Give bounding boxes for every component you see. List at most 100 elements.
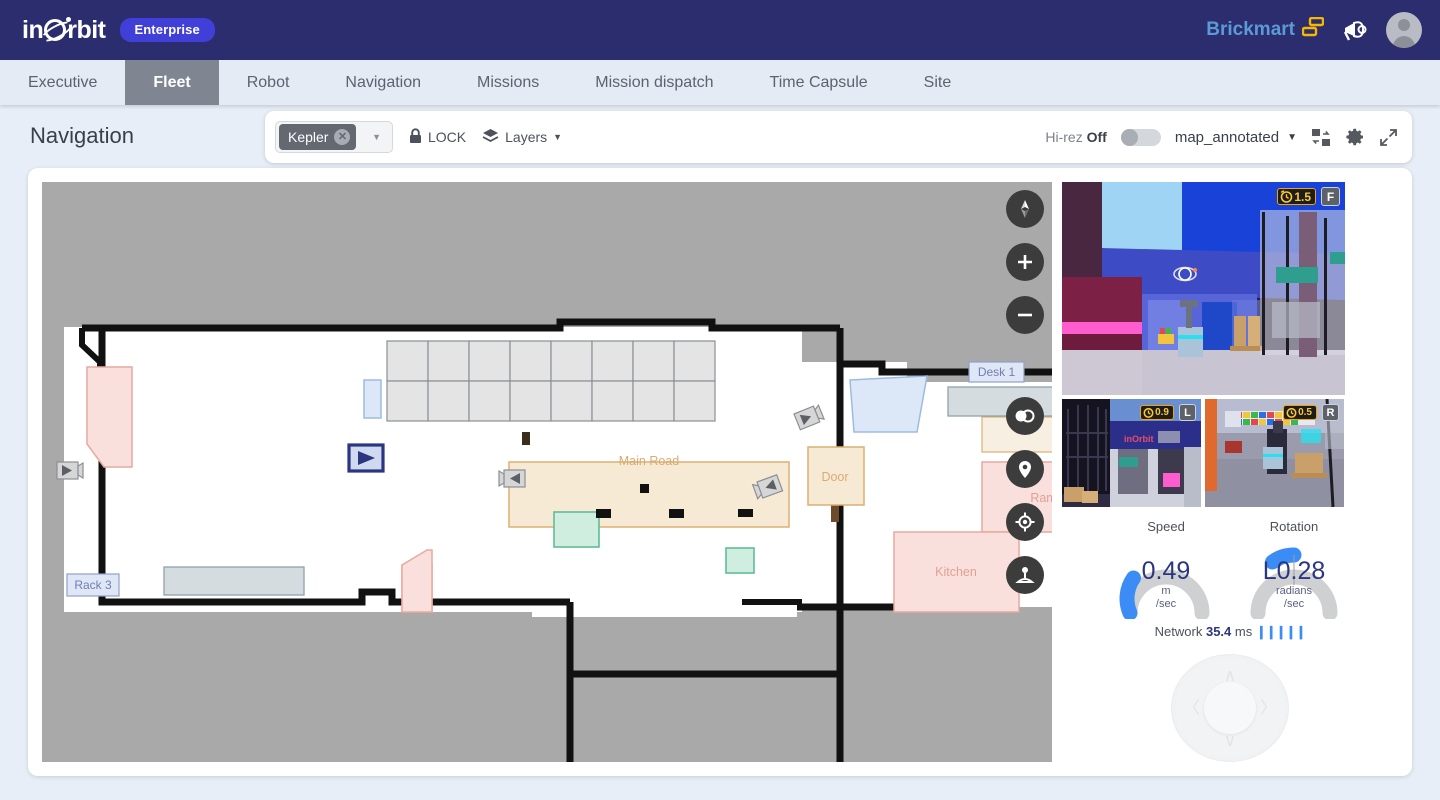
orbit-icon bbox=[44, 17, 72, 41]
map-layer-select[interactable]: map_annotated ▼ bbox=[1175, 129, 1297, 146]
robot-chip-kepler[interactable]: Kepler ✕ bbox=[279, 124, 357, 150]
center-target-icon[interactable] bbox=[1006, 503, 1044, 541]
page-header: Navigation Kepler ✕ ▼ LOCK Layers ▼ Hi-r… bbox=[0, 105, 1440, 167]
map-layer-label: map_annotated bbox=[1174, 128, 1280, 146]
rotation-unit-top: radians bbox=[1275, 585, 1313, 598]
close-icon[interactable]: ✕ bbox=[334, 129, 351, 145]
megaphone-icon[interactable] bbox=[1342, 19, 1368, 41]
expand-icon[interactable] bbox=[1379, 128, 1398, 147]
network-value: 35.4 bbox=[1205, 624, 1232, 639]
joystick-left-icon[interactable]: 〈 bbox=[1183, 700, 1200, 717]
map-floorplan: Main Road Desk 1 Rack 3 Door Ram Kitchen bbox=[42, 182, 1052, 762]
map-label-rack3: Rack 3 bbox=[66, 573, 120, 597]
latency-value: 1.5 bbox=[1294, 189, 1311, 204]
network-label: Network bbox=[1154, 624, 1203, 639]
main-nav-tabs: Executive Fleet Robot Navigation Mission… bbox=[0, 60, 1440, 105]
tab-mission-dispatch[interactable]: Mission dispatch bbox=[567, 60, 741, 105]
joystick-mode-icon[interactable] bbox=[1006, 556, 1044, 594]
speed-value: 0.49 bbox=[1141, 557, 1191, 586]
map-toolbar: Kepler ✕ ▼ LOCK Layers ▼ Hi-rez Off map_… bbox=[265, 111, 1412, 163]
layers-label: Layers bbox=[505, 129, 548, 145]
customer-brand: Brickmart bbox=[1206, 16, 1325, 43]
network-status: Network 35.4 ms ❙❙❙❙❙ bbox=[1062, 624, 1398, 640]
lock-button[interactable]: LOCK bbox=[409, 127, 467, 147]
joystick-control[interactable]: ∧ ∨ 〈 〉 bbox=[1171, 654, 1289, 762]
customer-brand-label: Brickmart bbox=[1206, 19, 1295, 40]
svg-text:inOrbit: inOrbit bbox=[1124, 434, 1154, 444]
joystick-down-icon[interactable]: ∨ bbox=[1224, 732, 1236, 749]
avatar[interactable] bbox=[1386, 12, 1422, 48]
speed-unit-bottom: /sec bbox=[1155, 598, 1177, 610]
clock-icon bbox=[1286, 407, 1297, 418]
joystick-right-icon[interactable]: 〉 bbox=[1260, 700, 1277, 717]
brickmart-logo-icon bbox=[1301, 16, 1325, 43]
network-unit: ms bbox=[1234, 624, 1253, 639]
brand-logo-group: in rbit Enterprise bbox=[22, 16, 215, 45]
camera-front-image bbox=[1062, 182, 1345, 395]
camera-front-badges: 1.5 F bbox=[1277, 187, 1340, 206]
chevron-down-icon: ▼ bbox=[1287, 131, 1297, 143]
rotation-gauge: Rotation L0.28 radians /sec bbox=[1246, 519, 1342, 621]
rotation-gauge-label: Rotation bbox=[1269, 519, 1319, 534]
rotation-unit-bottom: /sec bbox=[1283, 598, 1305, 610]
tab-site[interactable]: Site bbox=[896, 60, 980, 105]
chevron-down-icon[interactable]: ▼ bbox=[360, 132, 390, 142]
logo-text-post: rbit bbox=[67, 15, 106, 44]
robot-telemetry-panel: 1.5 F inOrbit 0.9 L 0.5 R Speed 0.49 m /… bbox=[1052, 182, 1398, 762]
top-bar-right-group: Brickmart bbox=[1206, 12, 1422, 48]
hirez-toggle[interactable] bbox=[1120, 128, 1161, 146]
camera-position-badge[interactable]: L bbox=[1179, 404, 1196, 421]
toolbar-right-group: Hi-rez Off map_annotated ▼ bbox=[1045, 127, 1398, 147]
page-title: Navigation bbox=[30, 123, 134, 148]
lock-label: LOCK bbox=[428, 129, 467, 145]
logo-text-pre: in bbox=[22, 15, 44, 44]
zoom-in-icon[interactable] bbox=[1006, 243, 1044, 281]
tab-time-capsule[interactable]: Time Capsule bbox=[742, 60, 896, 105]
tab-navigation[interactable]: Navigation bbox=[317, 60, 449, 105]
camera-position-badge[interactable]: F bbox=[1321, 187, 1340, 206]
layers-icon bbox=[482, 128, 499, 147]
map-canvas[interactable]: Main Road Desk 1 Rack 3 Door Ram Kitchen bbox=[42, 182, 1052, 762]
hirez-status: Hi-rez Off bbox=[1045, 129, 1106, 145]
link-robot-icon[interactable] bbox=[1006, 397, 1044, 435]
clock-icon bbox=[1280, 190, 1293, 203]
camera-feed-left[interactable]: inOrbit 0.9 L bbox=[1062, 399, 1201, 507]
tab-missions[interactable]: Missions bbox=[449, 60, 567, 105]
lock-icon bbox=[409, 127, 422, 147]
signal-bars-icon: ❙❙❙❙❙ bbox=[1255, 624, 1306, 639]
telemetry-gauges: Speed 0.49 m /sec Rotation L0.28 radians… bbox=[1062, 519, 1398, 621]
robot-chip-label: Kepler bbox=[288, 129, 329, 145]
hirez-state: Off bbox=[1086, 129, 1107, 145]
latency-badge: 1.5 bbox=[1277, 188, 1316, 205]
latency-badge: 0.5 bbox=[1283, 405, 1317, 420]
robot-selector[interactable]: Kepler ✕ ▼ bbox=[275, 121, 393, 153]
camera-left-badges: 0.9 L bbox=[1140, 404, 1196, 421]
clock-icon bbox=[1143, 407, 1154, 418]
transfer-icon[interactable] bbox=[1311, 128, 1331, 147]
edition-badge: Enterprise bbox=[119, 18, 215, 42]
rotation-value: L0.28 bbox=[1262, 557, 1326, 586]
layers-button[interactable]: Layers ▼ bbox=[482, 128, 562, 147]
inorbit-logo: in rbit bbox=[22, 16, 106, 45]
hirez-label: Hi-rez bbox=[1045, 129, 1083, 145]
tab-robot[interactable]: Robot bbox=[219, 60, 318, 105]
pin-icon[interactable] bbox=[1006, 450, 1044, 488]
map-label-kitchen: Kitchen bbox=[935, 565, 977, 579]
camera-feed-front[interactable]: 1.5 F bbox=[1062, 182, 1345, 395]
svg-text:Rack 3: Rack 3 bbox=[74, 578, 112, 592]
gear-icon[interactable] bbox=[1345, 127, 1365, 147]
zoom-out-icon[interactable] bbox=[1006, 296, 1044, 334]
camera-right-badges: 0.5 R bbox=[1283, 404, 1339, 421]
latency-value: 0.5 bbox=[1298, 406, 1312, 418]
speed-unit-top: m bbox=[1161, 585, 1171, 598]
joystick-knob[interactable] bbox=[1204, 682, 1256, 734]
latency-badge: 0.9 bbox=[1140, 405, 1174, 420]
speed-gauge-label: Speed bbox=[1147, 519, 1185, 534]
tab-executive[interactable]: Executive bbox=[0, 60, 125, 105]
camera-feed-right[interactable]: 0.5 R bbox=[1205, 399, 1344, 507]
navigation-main-card: Main Road Desk 1 Rack 3 Door Ram Kitchen… bbox=[28, 168, 1412, 776]
tab-fleet[interactable]: Fleet bbox=[125, 60, 219, 105]
map-label-door: Door bbox=[821, 470, 848, 484]
compass-icon[interactable] bbox=[1006, 190, 1044, 228]
camera-position-badge[interactable]: R bbox=[1322, 404, 1339, 421]
